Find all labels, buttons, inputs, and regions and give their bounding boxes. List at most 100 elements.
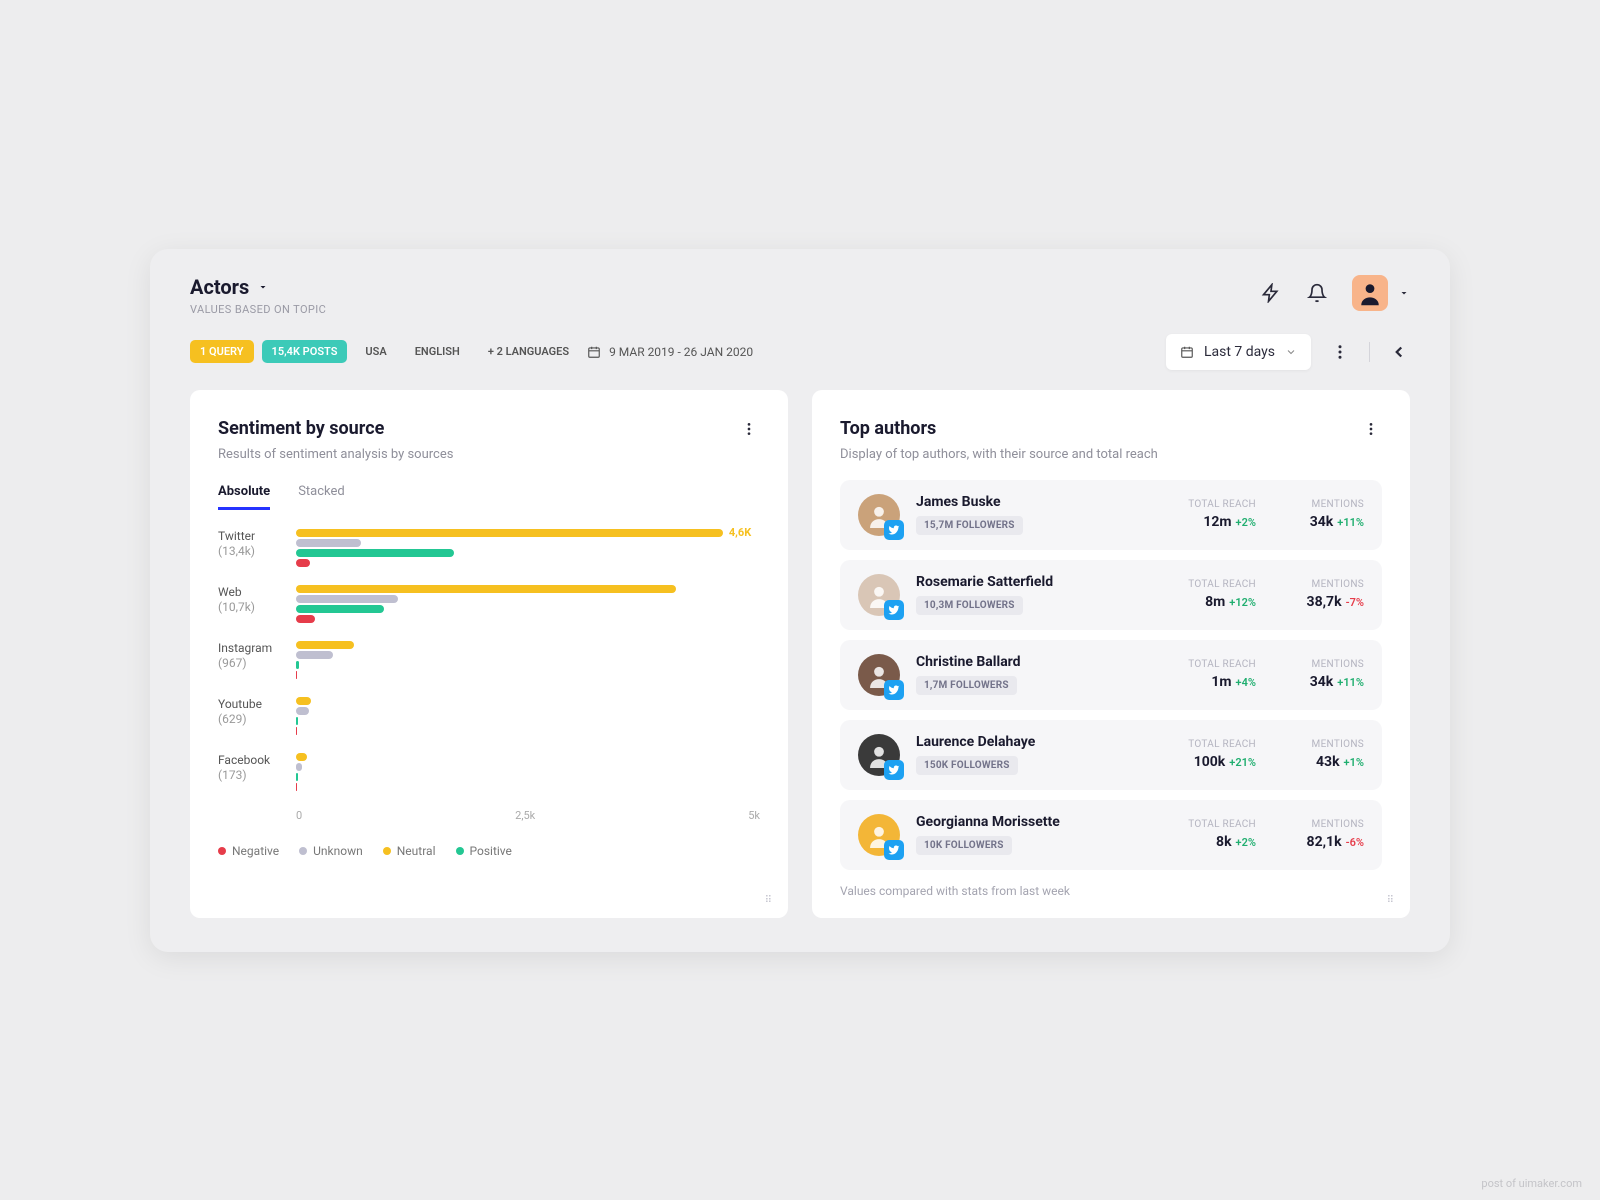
- bar-negative: [296, 671, 297, 679]
- calendar-icon: [587, 345, 601, 359]
- date-range-text: 9 MAR 2019 - 26 JAN 2020: [609, 345, 753, 359]
- chart-row-label: Web(10,7k): [218, 585, 296, 616]
- twitter-icon: [884, 760, 904, 780]
- chart-bars: [296, 585, 760, 625]
- twitter-icon: [884, 520, 904, 540]
- bell-icon[interactable]: [1306, 282, 1328, 304]
- resize-grip-icon[interactable]: ⠿: [1387, 895, 1396, 906]
- chip-date-range[interactable]: 9 MAR 2019 - 26 JAN 2020: [587, 345, 753, 359]
- author-row[interactable]: Laurence Delahaye 150K FOLLOWERS TOTAL REA…: [840, 720, 1382, 790]
- avatar-icon: [1352, 275, 1388, 311]
- bar-neutral: [296, 697, 311, 705]
- author-name: Laurence Delahaye: [916, 734, 1148, 750]
- tab-stacked[interactable]: Stacked: [298, 484, 345, 510]
- chart-row-label: Twitter(13,4k): [218, 529, 296, 560]
- legend-negative: Negative: [218, 844, 279, 858]
- chart-bars: [296, 697, 760, 737]
- author-row[interactable]: Christine Ballard 1,7M FOLLOWERS TOTAL REA…: [840, 640, 1382, 710]
- calendar-icon: [1180, 345, 1194, 359]
- chart-legend: Negative Unknown Neutral Positive: [218, 844, 760, 858]
- watermark: post of uimaker.com: [1481, 1177, 1582, 1190]
- topic-block: Actors VALUES BASED ON TOPIC: [190, 275, 326, 316]
- bar-value-label: 4,6K: [729, 526, 751, 539]
- chart-row: Web(10,7k): [218, 585, 760, 625]
- more-vertical-icon[interactable]: [1360, 418, 1382, 440]
- sentiment-chart: Twitter(13,4k)4,6KWeb(10,7k)Instagram(96…: [218, 529, 760, 793]
- tick-0: 0: [296, 809, 302, 822]
- bar-unknown: [296, 763, 302, 771]
- bar-neutral: [296, 641, 354, 649]
- bar-neutral: [296, 529, 723, 537]
- bar-neutral: [296, 753, 307, 761]
- author-avatar: [858, 574, 900, 616]
- author-avatar: [858, 814, 900, 856]
- author-name: Christine Ballard: [916, 654, 1148, 670]
- chip-language[interactable]: ENGLISH: [405, 340, 470, 363]
- author-avatar: [858, 734, 900, 776]
- author-row[interactable]: Georgianna Morissette10K FOLLOWERSTOTAL …: [840, 800, 1382, 870]
- chart-row-label: Youtube(629): [218, 697, 296, 728]
- author-row[interactable]: Rosemarie Satterfield 10,3M FOLLOWERS TOTA…: [840, 560, 1382, 630]
- app-window: Actors VALUES BASED ON TOPIC 1 QUERY 1: [150, 249, 1450, 952]
- authors-footnote: Values compared with stats from last wee…: [840, 884, 1382, 898]
- stat-mentions: MENTIONS43k+1%: [1272, 739, 1364, 770]
- stat-reach: TOTAL REACH8m+12%: [1164, 579, 1256, 610]
- chart-bars: [296, 753, 760, 793]
- author-avatar: [858, 654, 900, 696]
- twitter-icon: [884, 680, 904, 700]
- chip-more-languages[interactable]: + 2 LANGUAGES: [478, 340, 579, 363]
- author-info: Christine Ballard 1,7M FOLLOWERS: [916, 654, 1148, 695]
- more-vertical-icon[interactable]: [738, 418, 760, 440]
- bar-negative: [296, 783, 297, 791]
- stat-reach: TOTAL REACH8k+2%: [1164, 819, 1256, 850]
- author-followers: 1,7M FOLLOWERS: [916, 676, 1017, 695]
- stat-reach: TOTAL REACH100k+21%: [1164, 739, 1256, 770]
- stat-reach: TOTAL REACH1m+4%: [1164, 659, 1256, 690]
- caret-down-icon: [257, 281, 269, 293]
- chevron-left-icon[interactable]: [1388, 341, 1410, 363]
- author-followers: 10,3M FOLLOWERS: [916, 596, 1023, 615]
- period-dropdown[interactable]: Last 7 days: [1166, 334, 1311, 370]
- bar-positive: [296, 717, 298, 725]
- resize-grip-icon[interactable]: ⠿: [765, 895, 774, 906]
- filter-right: Last 7 days: [1166, 334, 1410, 370]
- top-actions: [1260, 275, 1410, 311]
- divider: [1369, 342, 1370, 362]
- topic-title-text: Actors: [190, 275, 249, 299]
- chip-query[interactable]: 1 QUERY: [190, 340, 254, 363]
- chip-posts[interactable]: 15,4K POSTS: [262, 340, 348, 363]
- author-name: Rosemarie Satterfield: [916, 574, 1148, 590]
- chart-row: Twitter(13,4k) 4,6K: [218, 529, 760, 569]
- bar-unknown: [296, 651, 333, 659]
- author-name: James Buske: [916, 494, 1148, 510]
- twitter-icon: [884, 600, 904, 620]
- chart-row: Facebook(173): [218, 753, 760, 793]
- tick-2: 5k: [748, 809, 760, 822]
- bar-positive: [296, 661, 299, 669]
- bolt-icon[interactable]: [1260, 282, 1282, 304]
- topic-subtitle: VALUES BASED ON TOPIC: [190, 303, 326, 316]
- chip-country[interactable]: USA: [355, 340, 396, 363]
- period-text: Last 7 days: [1204, 344, 1275, 360]
- tab-absolute[interactable]: Absolute: [218, 484, 270, 510]
- profile-menu[interactable]: [1352, 275, 1410, 311]
- chevron-down-icon: [1285, 346, 1297, 358]
- author-followers: 150K FOLLOWERS: [916, 756, 1018, 775]
- sentiment-subtitle: Results of sentiment analysis by sources: [218, 447, 453, 462]
- twitter-icon: [884, 840, 904, 860]
- stat-mentions: MENTIONS34k+11%: [1272, 659, 1364, 690]
- bar-positive: [296, 549, 454, 557]
- bar-unknown: [296, 539, 361, 547]
- author-row[interactable]: James Buske15,7M FOLLOWERSTOTAL REACH12m…: [840, 480, 1382, 550]
- card-sentiment: Sentiment by source Results of sentiment…: [190, 390, 788, 918]
- chart-row: Youtube(629): [218, 697, 760, 737]
- more-vertical-icon[interactable]: [1329, 341, 1351, 363]
- legend-neutral: Neutral: [383, 844, 436, 858]
- chart-row-label: Facebook(173): [218, 753, 296, 784]
- authors-list: James Buske15,7M FOLLOWERSTOTAL REACH12m…: [840, 480, 1382, 870]
- filter-chips: 1 QUERY 15,4K POSTS USA ENGLISH + 2 LANG…: [190, 340, 753, 363]
- bar-negative: [296, 559, 310, 567]
- topic-selector[interactable]: Actors: [190, 275, 326, 299]
- stat-reach: TOTAL REACH12m+2%: [1164, 499, 1256, 530]
- card-authors: Top authors Display of top authors, with…: [812, 390, 1410, 918]
